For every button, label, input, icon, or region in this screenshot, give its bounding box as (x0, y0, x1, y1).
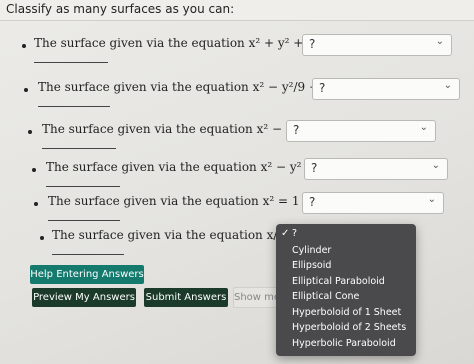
answer-blank (46, 186, 120, 187)
answer-blank (34, 62, 108, 63)
bullet (24, 88, 28, 92)
select-value: ? (309, 37, 316, 51)
dropdown-option[interactable]: Elliptical Cone (292, 291, 359, 302)
dropdown-option[interactable]: Elliptical Paraboloid (292, 276, 385, 287)
chevron-down-icon: ⌄ (419, 122, 428, 133)
bullet (32, 168, 36, 172)
chevron-down-icon: ⌄ (435, 36, 444, 47)
select-value: ? (309, 195, 316, 209)
submit-answers-button[interactable]: Submit Answers (144, 288, 228, 307)
select-value: ? (311, 161, 318, 175)
answer-select[interactable]: ? ⌄ (302, 34, 452, 56)
dropdown-option[interactable]: Hyperboloid of 1 Sheet (292, 307, 401, 318)
preview-answers-button[interactable]: Preview My Answers (32, 288, 136, 307)
answer-select[interactable]: ? ⌄ (286, 120, 436, 142)
dropdown-option[interactable]: Hyperbolic Paraboloid (292, 338, 396, 349)
help-entering-answers-button[interactable]: Help Entering Answers (30, 265, 144, 284)
instructions-header: Classify as many surfaces as you can: (0, 0, 474, 21)
question-2: The surface given via the equation x² − … (0, 78, 474, 116)
question-1: The surface given via the equation x² + … (0, 34, 474, 72)
dropdown-option[interactable]: Ellipsoid (292, 260, 331, 271)
bullet (28, 130, 32, 134)
checkmark-icon: ✓ (281, 228, 290, 239)
dropdown-option[interactable]: Hyperboloid of 2 Sheets (292, 322, 406, 333)
chevron-down-icon: ⌄ (443, 80, 452, 91)
answer-dropdown-menu: ✓ ? Cylinder Ellipsoid Elliptical Parabo… (276, 224, 416, 356)
chevron-down-icon: ⌄ (427, 194, 436, 205)
dropdown-option-selected[interactable]: ? (292, 228, 297, 239)
bullet (22, 44, 26, 48)
select-value: ? (319, 81, 326, 95)
bullet (40, 236, 44, 240)
dropdown-option[interactable]: Cylinder (292, 245, 331, 256)
question-3: The surface given via the equation x² − … (0, 120, 474, 158)
instructions-text: Classify as many surfaces as you can: (6, 2, 235, 16)
answer-blank (48, 220, 120, 221)
bullet (34, 202, 38, 206)
answer-blank (38, 106, 110, 107)
answer-select[interactable]: ? ⌄ (302, 192, 444, 214)
select-value: ? (293, 123, 300, 137)
chevron-down-icon: ⌄ (431, 160, 440, 171)
answer-select[interactable]: ? ⌄ (312, 78, 460, 100)
show-me-button[interactable]: Show me (233, 287, 281, 308)
answer-blank (52, 254, 124, 255)
answer-blank (42, 148, 116, 149)
answer-select[interactable]: ? ⌄ (304, 158, 448, 180)
question-4: The surface given via the equation x² − … (0, 158, 474, 196)
